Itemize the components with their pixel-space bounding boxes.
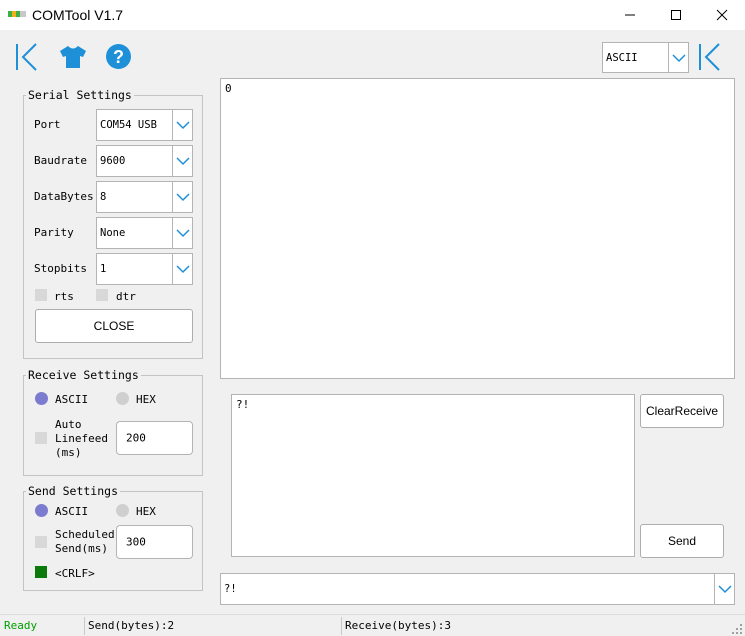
help-icon: ? [106,44,131,69]
collapse-right-icon [699,43,720,71]
send-content: ?! [236,398,250,411]
port-label: Port [34,118,61,131]
stopbits-label: Stopbits [34,262,87,275]
scheduled-send-checkbox[interactable] [35,536,47,548]
databytes-select[interactable]: 8 [96,181,193,213]
send-hex-label: HEX [136,505,156,518]
send-textarea[interactable]: ?! [231,394,635,557]
port-value: COM54 USB [100,119,157,131]
send-history-select[interactable]: ?! [220,573,735,605]
receive-hex-radio[interactable] [116,392,129,405]
resize-grip-icon[interactable] [731,623,743,635]
chevron-down-icon [172,146,192,176]
auto-linefeed-label-1: Auto [55,418,82,431]
crlf-label: <CRLF> [55,567,95,580]
close-icon [716,9,728,21]
status-sent-bytes: Send(bytes):2 [88,619,175,632]
auto-linefeed-label-2: Linefeed [55,432,108,445]
scheduled-ms-value: 300 [126,535,146,549]
scheduled-ms-input[interactable]: 300 [116,525,193,559]
title-bar: COMTool V1.7 [0,0,745,30]
chevron-down-icon [172,110,192,140]
port-select[interactable]: COM54 USB [96,109,193,141]
skin-button[interactable] [58,43,88,71]
dtr-label: dtr [116,290,136,303]
clear-receive-button[interactable]: ClearReceive [640,394,724,428]
status-received-bytes: Receive(bytes):3 [345,619,451,632]
encoding-value: ASCII [606,51,638,64]
close-window-button[interactable] [699,0,745,30]
app-icon [8,11,26,17]
minimize-button[interactable] [607,0,653,30]
chevron-down-icon [172,182,192,212]
status-bar: Ready Send(bytes):2 Receive(bytes):3 [0,614,745,636]
baudrate-label: Baudrate [34,154,87,167]
rts-label: rts [54,290,74,303]
linefeed-ms-input[interactable]: 200 [116,421,193,455]
dtr-checkbox[interactable] [96,289,108,301]
encoding-select[interactable]: ASCII [602,42,689,73]
minimize-icon [625,14,635,16]
chevron-down-icon [668,43,688,72]
stopbits-value: 1 [100,263,107,275]
status-ready: Ready [4,619,38,632]
chevron-down-icon [172,218,192,248]
collapse-left-icon [16,43,37,71]
send-ascii-label: ASCII [55,505,89,518]
receive-textarea[interactable]: 0 [220,78,735,379]
send-hex-radio[interactable] [116,504,129,517]
databytes-value: 8 [100,191,107,203]
parity-select[interactable]: None [96,217,193,249]
scheduled-send-label-2: Send(ms) [55,542,108,555]
crlf-checkbox[interactable] [35,566,47,578]
window-title: COMTool V1.7 [32,7,124,23]
auto-linefeed-checkbox[interactable] [35,432,47,444]
send-button[interactable]: Send [640,524,724,558]
chevron-down-icon [714,574,734,604]
databytes-label: DataBytes [34,190,94,203]
scheduled-send-label-1: Scheduled [55,528,115,541]
maximize-icon [671,10,681,20]
status-separator [84,617,85,635]
receive-hex-label: HEX [136,393,156,406]
chevron-down-icon [172,254,192,284]
rts-checkbox[interactable] [35,289,47,301]
collapse-right-button[interactable] [697,42,723,72]
help-button[interactable]: ? [105,43,132,70]
parity-label: Parity [34,226,74,239]
baudrate-select[interactable]: 9600 [96,145,193,177]
parity-value: None [100,227,126,239]
receive-ascii-radio[interactable] [35,392,48,405]
send-history-value: ?! [224,583,237,595]
svg-text:?: ? [113,47,124,67]
baudrate-value: 9600 [100,155,126,167]
auto-linefeed-label-3: (ms) [55,446,82,459]
receive-settings-title: Receive Settings [26,368,141,382]
send-settings-panel: Send Settings ASCII HEX Scheduled Send(m… [23,484,203,591]
status-separator [341,617,342,635]
shirt-icon [60,46,86,68]
close-port-button[interactable]: CLOSE [35,309,193,343]
collapse-left-button[interactable] [14,42,40,72]
serial-settings-panel: Serial Settings Port COM54 USB Baudrate … [23,88,203,359]
stopbits-select[interactable]: 1 [96,253,193,285]
send-ascii-radio[interactable] [35,504,48,517]
receive-settings-panel: Receive Settings ASCII HEX Auto Linefeed… [23,368,203,476]
serial-settings-title: Serial Settings [26,88,134,102]
maximize-button[interactable] [653,0,699,30]
receive-content: 0 [225,82,232,95]
receive-ascii-label: ASCII [55,393,89,406]
send-settings-title: Send Settings [26,484,121,498]
linefeed-ms-value: 200 [126,431,146,445]
